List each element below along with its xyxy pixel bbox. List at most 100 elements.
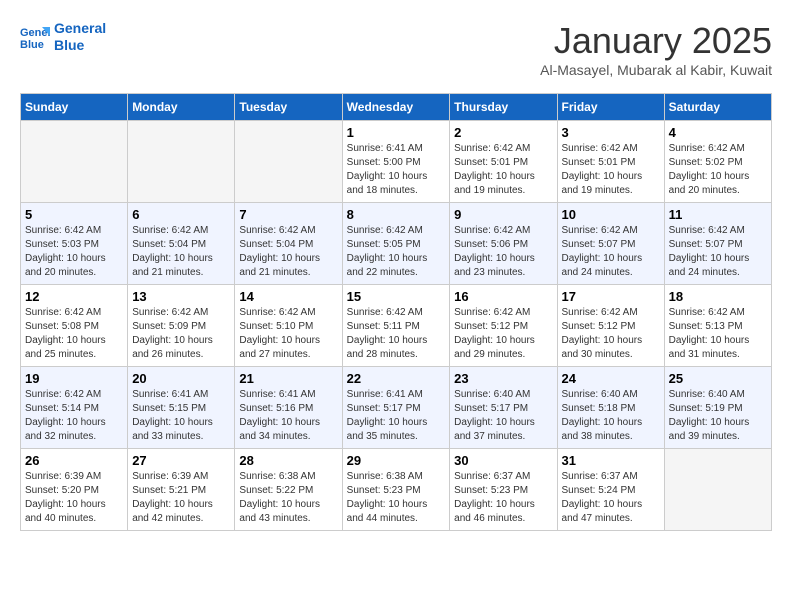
calendar-table: SundayMondayTuesdayWednesdayThursdayFrid… — [20, 93, 772, 531]
calendar-day-cell: 20 Sunrise: 6:41 AM Sunset: 5:15 PM Dayli… — [128, 367, 235, 449]
day-info: Sunrise: 6:42 AM Sunset: 5:06 PM Dayligh… — [454, 224, 552, 280]
calendar-day-cell: 9 Sunrise: 6:42 AM Sunset: 5:06 PM Daylig… — [450, 203, 557, 285]
day-info: Sunrise: 6:41 AM Sunset: 5:00 PM Dayligh… — [347, 142, 446, 198]
day-info: Sunrise: 6:42 AM Sunset: 5:08 PM Dayligh… — [25, 306, 123, 362]
day-info: Sunrise: 6:38 AM Sunset: 5:23 PM Dayligh… — [347, 470, 446, 526]
day-info: Sunrise: 6:42 AM Sunset: 5:14 PM Dayligh… — [25, 388, 123, 444]
logo: General Blue General Blue — [20, 20, 106, 54]
calendar-day-cell: 14Sunrise: 6:42 AM Sunset: 5:10 PM Dayli… — [235, 285, 342, 367]
calendar-day-cell: 4Sunrise: 6:42 AM Sunset: 5:02 PM Daylig… — [664, 121, 771, 203]
calendar-day-cell: 21 Sunrise: 6:41 AM Sunset: 5:16 PM Dayli… — [235, 367, 342, 449]
page-header: General Blue General Blue January 2025 A… — [20, 20, 772, 78]
day-number: 6 — [132, 207, 230, 222]
calendar-day-cell — [21, 121, 128, 203]
calendar-week-row: 12Sunrise: 6:42 AM Sunset: 5:08 PM Dayli… — [21, 285, 772, 367]
calendar-day-cell: 31 Sunrise: 6:37 AM Sunset: 5:24 PM Dayli… — [557, 449, 664, 531]
calendar-day-cell: 18Sunrise: 6:42 AM Sunset: 5:13 PM Dayli… — [664, 285, 771, 367]
day-number: 9 — [454, 207, 552, 222]
weekday-header-row: SundayMondayTuesdayWednesdayThursdayFrid… — [21, 94, 772, 121]
calendar-day-cell: 22 Sunrise: 6:41 AM Sunset: 5:17 PM Dayli… — [342, 367, 450, 449]
day-number: 21 — [239, 371, 337, 386]
day-number: 2 — [454, 125, 552, 140]
day-info: Sunrise: 6:41 AM Sunset: 5:16 PM Dayligh… — [239, 388, 337, 444]
calendar-day-cell: 23 Sunrise: 6:40 AM Sunset: 5:17 PM Dayli… — [450, 367, 557, 449]
calendar-day-cell: 28Sunrise: 6:38 AM Sunset: 5:22 PM Dayli… — [235, 449, 342, 531]
day-number: 22 — [347, 371, 446, 386]
day-info: Sunrise: 6:42 AM Sunset: 5:01 PM Dayligh… — [562, 142, 660, 198]
day-info: Sunrise: 6:42 AM Sunset: 5:02 PM Dayligh… — [669, 142, 767, 198]
day-number: 13 — [132, 289, 230, 304]
day-info: Sunrise: 6:39 AM Sunset: 5:20 PM Dayligh… — [25, 470, 123, 526]
day-number: 8 — [347, 207, 446, 222]
day-info: Sunrise: 6:42 AM Sunset: 5:07 PM Dayligh… — [669, 224, 767, 280]
calendar-day-cell: 30Sunrise: 6:37 AM Sunset: 5:23 PM Dayli… — [450, 449, 557, 531]
day-info: Sunrise: 6:42 AM Sunset: 5:04 PM Dayligh… — [239, 224, 337, 280]
calendar-day-cell — [235, 121, 342, 203]
day-info: Sunrise: 6:42 AM Sunset: 5:04 PM Dayligh… — [132, 224, 230, 280]
calendar-week-row: 1 Sunrise: 6:41 AM Sunset: 5:00 PM Daylig… — [21, 121, 772, 203]
day-info: Sunrise: 6:42 AM Sunset: 5:03 PM Dayligh… — [25, 224, 123, 280]
calendar-day-cell: 13 Sunrise: 6:42 AM Sunset: 5:09 PM Dayli… — [128, 285, 235, 367]
calendar-day-cell: 1 Sunrise: 6:41 AM Sunset: 5:00 PM Daylig… — [342, 121, 450, 203]
day-number: 25 — [669, 371, 767, 386]
calendar-day-cell: 29 Sunrise: 6:38 AM Sunset: 5:23 PM Dayli… — [342, 449, 450, 531]
calendar-day-cell — [664, 449, 771, 531]
day-info: Sunrise: 6:37 AM Sunset: 5:24 PM Dayligh… — [562, 470, 660, 526]
day-info: Sunrise: 6:42 AM Sunset: 5:01 PM Dayligh… — [454, 142, 552, 198]
calendar-day-cell: 27Sunrise: 6:39 AM Sunset: 5:21 PM Dayli… — [128, 449, 235, 531]
calendar-day-cell: 26Sunrise: 6:39 AM Sunset: 5:20 PM Dayli… — [21, 449, 128, 531]
day-number: 1 — [347, 125, 446, 140]
day-info: Sunrise: 6:40 AM Sunset: 5:17 PM Dayligh… — [454, 388, 552, 444]
logo-line2: Blue — [54, 37, 106, 54]
day-info: Sunrise: 6:42 AM Sunset: 5:12 PM Dayligh… — [562, 306, 660, 362]
logo-icon: General Blue — [20, 22, 50, 52]
day-number: 17 — [562, 289, 660, 304]
location-subtitle: Al-Masayel, Mubarak al Kabir, Kuwait — [540, 62, 772, 78]
day-number: 16 — [454, 289, 552, 304]
calendar-day-cell: 7 Sunrise: 6:42 AM Sunset: 5:04 PM Daylig… — [235, 203, 342, 285]
calendar-day-cell: 19 Sunrise: 6:42 AM Sunset: 5:14 PM Dayli… — [21, 367, 128, 449]
calendar-day-cell: 25 Sunrise: 6:40 AM Sunset: 5:19 PM Dayli… — [664, 367, 771, 449]
day-info: Sunrise: 6:42 AM Sunset: 5:09 PM Dayligh… — [132, 306, 230, 362]
weekday-header-monday: Monday — [128, 94, 235, 121]
calendar-day-cell: 2 Sunrise: 6:42 AM Sunset: 5:01 PM Daylig… — [450, 121, 557, 203]
day-number: 7 — [239, 207, 337, 222]
day-info: Sunrise: 6:42 AM Sunset: 5:11 PM Dayligh… — [347, 306, 446, 362]
day-info: Sunrise: 6:41 AM Sunset: 5:17 PM Dayligh… — [347, 388, 446, 444]
calendar-day-cell: 12Sunrise: 6:42 AM Sunset: 5:08 PM Dayli… — [21, 285, 128, 367]
weekday-header-saturday: Saturday — [664, 94, 771, 121]
day-number: 20 — [132, 371, 230, 386]
day-number: 24 — [562, 371, 660, 386]
calendar-week-row: 19 Sunrise: 6:42 AM Sunset: 5:14 PM Dayli… — [21, 367, 772, 449]
day-number: 19 — [25, 371, 123, 386]
calendar-day-cell: 15 Sunrise: 6:42 AM Sunset: 5:11 PM Dayli… — [342, 285, 450, 367]
calendar-day-cell: 24 Sunrise: 6:40 AM Sunset: 5:18 PM Dayli… — [557, 367, 664, 449]
weekday-header-wednesday: Wednesday — [342, 94, 450, 121]
svg-text:Blue: Blue — [20, 39, 44, 51]
day-info: Sunrise: 6:42 AM Sunset: 5:05 PM Dayligh… — [347, 224, 446, 280]
day-number: 5 — [25, 207, 123, 222]
day-info: Sunrise: 6:40 AM Sunset: 5:19 PM Dayligh… — [669, 388, 767, 444]
calendar-day-cell: 10Sunrise: 6:42 AM Sunset: 5:07 PM Dayli… — [557, 203, 664, 285]
day-info: Sunrise: 6:42 AM Sunset: 5:13 PM Dayligh… — [669, 306, 767, 362]
weekday-header-friday: Friday — [557, 94, 664, 121]
day-number: 23 — [454, 371, 552, 386]
day-info: Sunrise: 6:37 AM Sunset: 5:23 PM Dayligh… — [454, 470, 552, 526]
day-number: 31 — [562, 453, 660, 468]
weekday-header-thursday: Thursday — [450, 94, 557, 121]
day-number: 29 — [347, 453, 446, 468]
day-info: Sunrise: 6:42 AM Sunset: 5:12 PM Dayligh… — [454, 306, 552, 362]
day-info: Sunrise: 6:40 AM Sunset: 5:18 PM Dayligh… — [562, 388, 660, 444]
weekday-header-sunday: Sunday — [21, 94, 128, 121]
day-info: Sunrise: 6:42 AM Sunset: 5:10 PM Dayligh… — [239, 306, 337, 362]
day-number: 11 — [669, 207, 767, 222]
calendar-day-cell: 3Sunrise: 6:42 AM Sunset: 5:01 PM Daylig… — [557, 121, 664, 203]
calendar-day-cell: 16 Sunrise: 6:42 AM Sunset: 5:12 PM Dayli… — [450, 285, 557, 367]
calendar-week-row: 5 Sunrise: 6:42 AM Sunset: 5:03 PM Daylig… — [21, 203, 772, 285]
month-title: January 2025 — [540, 20, 772, 62]
day-info: Sunrise: 6:42 AM Sunset: 5:07 PM Dayligh… — [562, 224, 660, 280]
weekday-header-tuesday: Tuesday — [235, 94, 342, 121]
day-info: Sunrise: 6:41 AM Sunset: 5:15 PM Dayligh… — [132, 388, 230, 444]
logo-line1: General — [54, 20, 106, 37]
day-number: 15 — [347, 289, 446, 304]
